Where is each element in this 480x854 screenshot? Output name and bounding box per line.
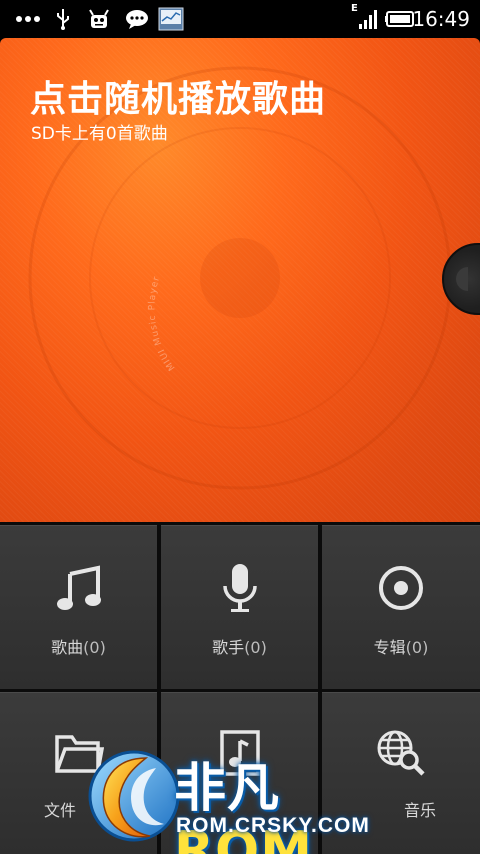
crescent-logo-icon [88,750,180,842]
tile-albums[interactable]: 专辑(0) [322,525,480,689]
watermark-url: ROM.CRSKY.COM [176,814,370,837]
shuffle-play-title: 点击随机播放歌曲 [30,79,327,120]
tile-artists[interactable]: 歌手(0) [161,525,318,689]
tile-songs-label: 歌曲(0) [51,638,106,657]
android-debug-icon [86,7,112,31]
tile-albums-label: 专辑(0) [373,638,429,657]
album-disc-icon [375,562,427,614]
tile-songs[interactable]: 歌曲(0) [0,525,157,689]
battery-icon [384,7,416,31]
tile-artists-label: 歌手(0) [212,638,267,657]
disc-label-text: MIUI Music Player [147,275,176,372]
music-note-icon [53,562,105,614]
usb-icon [52,7,74,31]
svg-text:MIUI Music Player: MIUI Music Player [147,275,177,372]
microphone-icon [214,562,266,614]
status-bar: E 16:49 [0,0,480,38]
site-watermark: 非凡ROM ROM.CRSKY.COM [84,740,414,854]
shuffle-play-card[interactable]: MIUI Music Player 点击随机播放歌曲 SD卡上有0首歌曲 [0,38,480,522]
signal-icon: E [350,3,380,31]
song-count-subtitle: SD卡上有0首歌曲 [31,124,168,144]
more-dots-icon [14,7,42,31]
status-time: 16:49 [412,7,470,31]
stocks-app-icon [158,7,184,31]
chat-icon [124,7,150,31]
